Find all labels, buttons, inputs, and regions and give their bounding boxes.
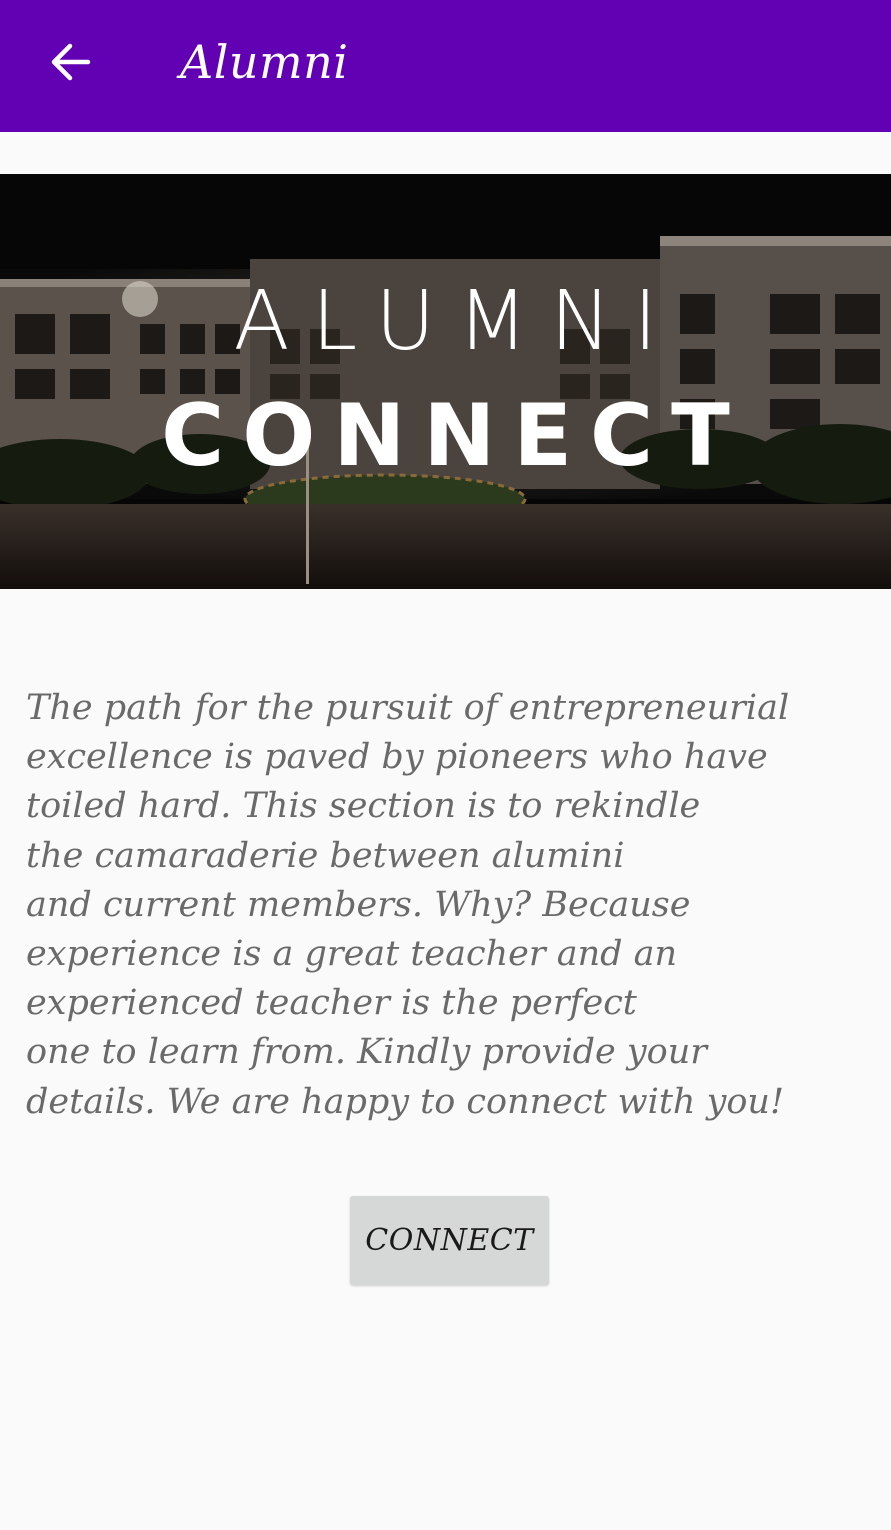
- alumni-description: The path for the pursuit of entrepreneur…: [26, 684, 876, 1127]
- banner-title-line-2: CONNECT: [161, 386, 748, 486]
- description-line: excellence is paved by pioneers who have: [26, 737, 768, 778]
- description-line: experience is a great teacher and an: [26, 934, 678, 975]
- page-title: Alumni: [180, 35, 349, 89]
- app-bar: Alumni: [0, 0, 891, 132]
- arrow-left-icon: [51, 43, 91, 81]
- campus-building-image: [0, 174, 891, 589]
- description-line: the camaraderie between alumini: [26, 835, 625, 876]
- back-button[interactable]: [40, 30, 100, 94]
- connect-button[interactable]: CONNECT: [350, 1196, 549, 1285]
- description-line: one to learn from. Kindly provide your: [26, 1032, 707, 1073]
- description-line: The path for the pursuit of entrepreneur…: [26, 688, 790, 728]
- description-line: toiled hard. This section is to rekindle: [26, 786, 701, 827]
- description-line: and current members. Why? Because: [26, 884, 691, 925]
- description-line: details. We are happy to connect with yo…: [26, 1081, 785, 1122]
- alumni-connect-banner: ALUMNI CONNECT: [0, 174, 891, 589]
- description-line: experienced teacher is the perfect: [26, 983, 637, 1024]
- banner-title-line-1: ALUMNI: [233, 274, 680, 369]
